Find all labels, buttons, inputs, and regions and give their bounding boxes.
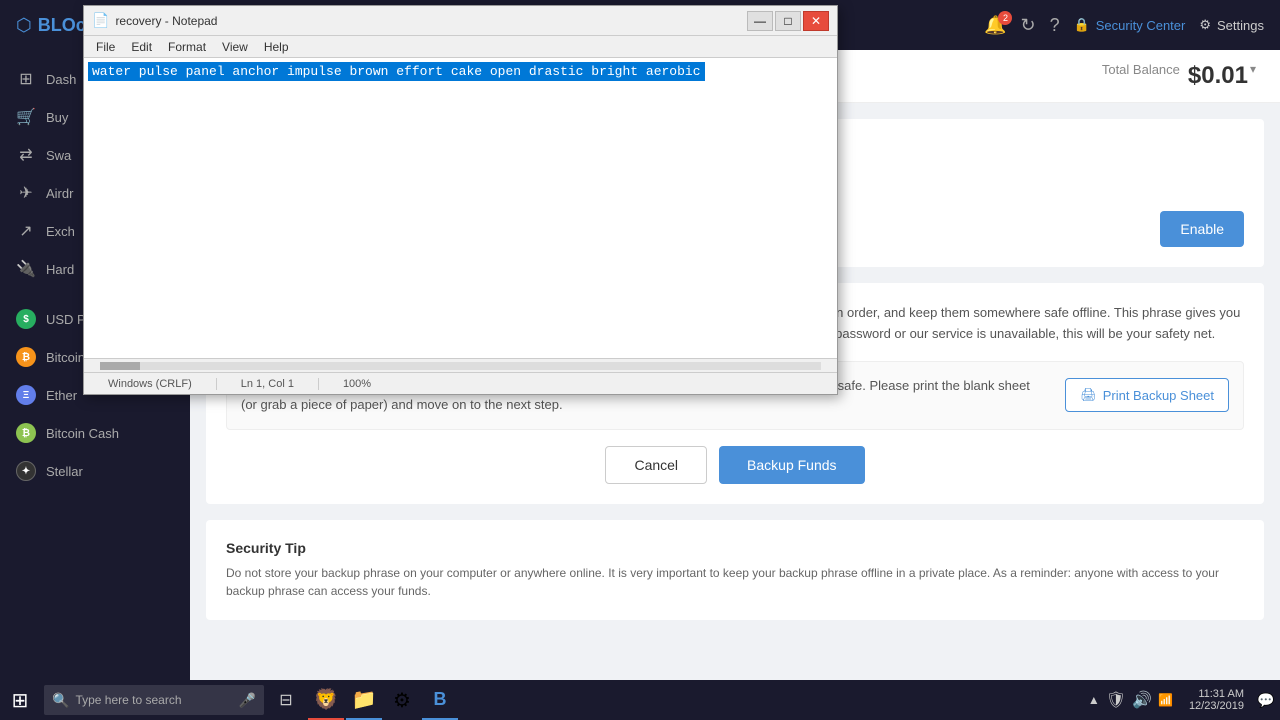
cancel-button[interactable]: Cancel (605, 446, 707, 484)
sidebar-label-dashboard: Dash (46, 72, 76, 87)
print-backup-button[interactable]: 🖨 Print Backup Sheet (1065, 378, 1229, 412)
tray-vpn-icon: 🛡 (1106, 690, 1126, 710)
menu-view[interactable]: View (214, 38, 256, 56)
security-tip-text: Do not store your backup phrase on your … (226, 564, 1244, 600)
shield-icon: 🔒 (1074, 17, 1090, 33)
status-encoding: Windows (CRLF) (84, 378, 217, 390)
sidebar-label-hardware: Hard (46, 262, 74, 277)
status-zoom: 100% (319, 378, 395, 390)
sidebar-label-airdrop: Airdr (46, 186, 73, 201)
brave-icon: 🦁 (314, 687, 339, 712)
notepad-scrollthumb (100, 362, 140, 370)
help-icon[interactable]: ? (1050, 15, 1060, 36)
security-center-btn[interactable]: 🔒 Security Center (1074, 17, 1186, 33)
notepad-selected-text: water pulse panel anchor impulse brown e… (88, 62, 705, 81)
notification-icon[interactable]: 🔔 2 (984, 15, 1006, 36)
refresh-icon[interactable]: ↻ (1020, 15, 1035, 36)
notepad-statusbar: Windows (CRLF) Ln 1, Col 1 100% (84, 372, 837, 394)
gear-icon: ⚙ (1199, 17, 1211, 33)
stellar-icon: ✦ (16, 461, 36, 481)
terminal-icon: ⚙ (393, 688, 411, 713)
notepad-icon: 📄 (92, 12, 109, 29)
taskbar-search-placeholder: Type here to search (75, 693, 181, 707)
maximize-button[interactable]: □ (775, 11, 801, 31)
menu-format[interactable]: Format (160, 38, 214, 56)
swap-icon: ⇄ (16, 145, 36, 165)
bitcoin-icon: ₿ (16, 347, 36, 367)
sidebar-label-ether: Ether (46, 388, 77, 403)
sidebar-label-exchange: Exch (46, 224, 75, 239)
taskbar-app-brave[interactable]: 🦁 (308, 680, 344, 720)
explorer-icon: 📁 (352, 687, 377, 712)
status-position: Ln 1, Col 1 (217, 378, 319, 390)
taskbar-date: 12/23/2019 (1189, 700, 1244, 712)
taskbar-app-explorer[interactable]: 📁 (346, 680, 382, 720)
notepad-menubar: File Edit Format View Help (84, 36, 837, 58)
airdrop-icon: ✈ (16, 183, 36, 203)
usdpax-icon: $ (16, 309, 36, 329)
bitcoincash-icon: ₿ (16, 423, 36, 443)
taskbar-clock[interactable]: 11:31 AM 12/23/2019 (1181, 688, 1252, 712)
notepad-content[interactable]: water pulse panel anchor impulse brown e… (84, 58, 837, 358)
security-tip-title: Security Tip (226, 540, 1244, 556)
sidebar-item-bitcoincash[interactable]: ₿ Bitcoin Cash (0, 414, 190, 452)
printer-icon: 🖨 (1080, 387, 1097, 403)
taskbar-time: 11:31 AM (1198, 688, 1244, 700)
logo-text: BLOc (38, 15, 86, 36)
notification-badge: 2 (998, 11, 1012, 25)
tray-volume-icon: 🔊 (1132, 690, 1152, 710)
ether-icon: Ξ (16, 385, 36, 405)
taskbar-apps: 🦁 📁 ⚙ B (308, 680, 458, 720)
close-button[interactable]: ✕ (803, 11, 829, 31)
sidebar-item-stellar[interactable]: ✦ Stellar (0, 452, 190, 490)
menu-edit[interactable]: Edit (123, 38, 160, 56)
start-button[interactable]: ⊞ (0, 680, 40, 720)
notepad-window[interactable]: 📄 recovery - Notepad — □ ✕ File Edit For… (83, 5, 838, 395)
taskbar-app-terminal[interactable]: ⚙ (384, 680, 420, 720)
action-row: Cancel Backup Funds (226, 446, 1244, 484)
taskbar-search-icon: 🔍 (52, 692, 69, 709)
sidebar-label-swap: Swa (46, 148, 71, 163)
print-backup-label: Print Backup Sheet (1103, 388, 1214, 403)
sidebar-label-bitcoincash: Bitcoin Cash (46, 426, 119, 441)
sidebar-label-buy: Buy (46, 110, 68, 125)
security-center-label: Security Center (1096, 18, 1186, 33)
security-tip-card: Security Tip Do not store your backup ph… (206, 520, 1264, 620)
exchange-icon: ↗ (16, 221, 36, 241)
total-balance-amount: $0.01 (1188, 62, 1248, 90)
notepad-empty-area (88, 81, 833, 351)
logo-icon: ⬡ (16, 15, 32, 36)
taskbar-mic-icon: 🎤 (239, 692, 256, 709)
settings-btn[interactable]: ⚙ Settings (1199, 17, 1264, 33)
hardware-icon: 🔌 (16, 259, 36, 279)
notepad-window-controls: — □ ✕ (747, 11, 829, 31)
taskbar-search[interactable]: 🔍 Type here to search 🎤 (44, 685, 264, 715)
tray-network-icon: 📶 (1158, 693, 1173, 707)
system-tray: ▲ 🛡 🔊 📶 (1080, 690, 1181, 710)
settings-label: Settings (1217, 18, 1264, 33)
balance-chevron: ▾ (1250, 62, 1256, 90)
total-balance-label: Total Balance (1102, 62, 1180, 90)
notification-center-button[interactable]: 💬 (1252, 680, 1280, 720)
taskbar: ⊞ 🔍 Type here to search 🎤 ⊟ 🦁 📁 ⚙ B ▲ 🛡 … (0, 680, 1280, 720)
minimize-button[interactable]: — (747, 11, 773, 31)
tray-expand-icon[interactable]: ▲ (1088, 693, 1100, 707)
notepad-scrollbar-h[interactable] (84, 358, 837, 372)
buy-icon: 🛒 (16, 107, 36, 127)
notepad-scrolltrack (100, 362, 821, 370)
enable-button[interactable]: Enable (1160, 211, 1244, 247)
backup-funds-button[interactable]: Backup Funds (719, 446, 865, 484)
notepad-title: recovery - Notepad (115, 14, 747, 28)
logo-area: ⬡ BLOc (16, 15, 86, 36)
sidebar-label-stellar: Stellar (46, 464, 83, 479)
notepad-titlebar: 📄 recovery - Notepad — □ ✕ (84, 6, 837, 36)
menu-file[interactable]: File (88, 38, 123, 56)
menu-help[interactable]: Help (256, 38, 297, 56)
blockchain-taskbar-icon: B (434, 689, 447, 710)
task-view-button[interactable]: ⊟ (268, 682, 304, 718)
dashboard-icon: ⊞ (16, 69, 36, 89)
taskbar-app-blockchain[interactable]: B (422, 680, 458, 720)
sidebar-label-bitcoin: Bitcoin (46, 350, 85, 365)
